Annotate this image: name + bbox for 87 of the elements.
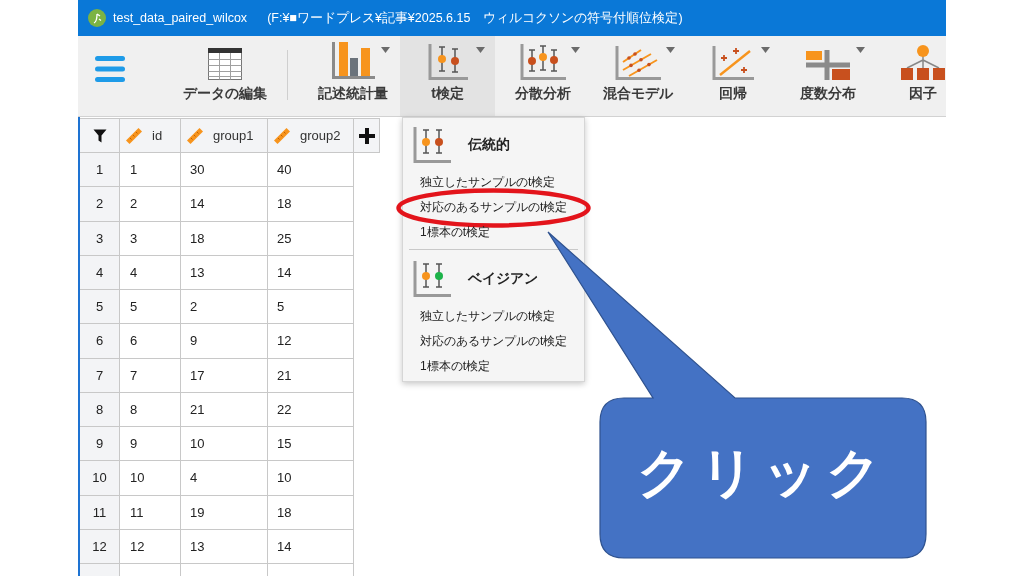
menu-icon[interactable] — [95, 56, 125, 82]
toolbar-button[interactable]: 因子 — [875, 36, 946, 116]
table-cell: 5 — [268, 290, 354, 325]
row-number: 3 — [80, 221, 120, 256]
row-number: 1 — [80, 153, 120, 188]
table-cell: 2 — [181, 290, 268, 325]
plus-icon — [358, 127, 375, 144]
column-header[interactable]: group1 — [213, 128, 254, 143]
table-cell: 4 — [120, 255, 181, 290]
table-cell: 3 — [120, 221, 181, 256]
row-number: 12 — [80, 529, 120, 564]
column-header[interactable]: group2 — [300, 128, 341, 143]
menu-section-title: 伝統的 — [468, 136, 510, 154]
toolbar-button[interactable]: 分散分析 — [495, 36, 590, 116]
toolbar-button[interactable]: t検定 — [400, 36, 495, 116]
callout-text: クリック — [637, 443, 889, 503]
filter-icon[interactable] — [92, 128, 107, 143]
table-cell: 15 — [268, 427, 354, 462]
table-cell: 10 — [181, 427, 268, 462]
add-column-button[interactable] — [354, 119, 380, 153]
row-number: 6 — [80, 324, 120, 359]
table-cell: 4 — [181, 461, 268, 496]
table-cell: 18 — [268, 187, 354, 222]
toolbar-button[interactable]: 混合モデル — [590, 36, 685, 116]
table-cell: 2 — [120, 187, 181, 222]
table-cell: 9 — [181, 324, 268, 359]
window-title: test_data_paired_wilcox — [113, 11, 248, 25]
toolbar-button[interactable]: 度数分布 — [780, 36, 875, 116]
table-cell: 11 — [120, 495, 181, 530]
spreadsheet-icon — [207, 48, 242, 80]
error-bar-chart-icon — [413, 261, 451, 297]
error-bar-chart-icon — [427, 44, 468, 80]
file-path: (F:¥■ワードプレス¥記事¥2025.6.15 ウィルコクソンの符号付順位検定) — [267, 9, 683, 27]
toolbar-button[interactable]: データの編集 — [177, 36, 272, 116]
table-cell: 10 — [120, 461, 181, 496]
table-cell: 14 — [181, 187, 268, 222]
table-cell: 1 — [120, 153, 181, 188]
table-cell: 25 — [268, 221, 354, 256]
table-cell: 18 — [181, 221, 268, 256]
table-cell: 30 — [181, 153, 268, 188]
table-cell: 12 — [268, 324, 354, 359]
menu-section-title: ベイジアン — [468, 270, 538, 288]
error-bar-chart-icon — [519, 44, 566, 80]
table-cell: 8 — [120, 392, 181, 427]
ruler-icon — [125, 126, 143, 145]
line-chart-icon — [614, 46, 661, 80]
hierarchy-icon — [899, 44, 946, 80]
toolbar-button[interactable]: 記述統計量 — [305, 36, 400, 116]
row-number: 4 — [80, 255, 120, 290]
crosstab-icon — [805, 50, 850, 80]
table-cell: 13 — [181, 255, 268, 290]
table-cell: 5 — [120, 290, 181, 325]
table-cell: 18 — [268, 495, 354, 530]
row-number: 7 — [80, 358, 120, 393]
menu-item[interactable]: 1標本のt検定 — [403, 220, 584, 245]
error-bar-chart-icon — [413, 127, 451, 163]
table-cell: 22 — [268, 392, 354, 427]
row-number: 11 — [80, 495, 120, 530]
ruler-icon — [273, 126, 291, 145]
table-cell: 6 — [120, 324, 181, 359]
table-cell: 19 — [181, 495, 268, 530]
row-number: 8 — [80, 392, 120, 427]
table-cell: 9 — [120, 427, 181, 462]
trend-line-icon — [711, 46, 754, 80]
table-cell: 14 — [268, 529, 354, 564]
row-number: 9 — [80, 427, 120, 462]
row-number: 10 — [80, 461, 120, 496]
menu-item[interactable]: 独立したサンプルのt検定 — [403, 304, 584, 329]
row-number: 2 — [80, 187, 120, 222]
app-logo-icon — [88, 9, 106, 27]
toolbar-button[interactable]: 回帰 — [685, 36, 780, 116]
row-number: 5 — [80, 290, 120, 325]
ruler-icon — [186, 126, 204, 145]
table-cell: 14 — [268, 255, 354, 290]
column-header[interactable]: id — [152, 128, 163, 143]
bar-chart-icon — [330, 42, 375, 80]
menu-item[interactable]: 独立したサンプルのt検定 — [403, 170, 584, 195]
menu-item[interactable]: 対応のあるサンプルのt検定 — [403, 329, 584, 354]
table-cell: 17 — [181, 358, 268, 393]
menu-item[interactable]: 1標本のt検定 — [403, 354, 584, 379]
table-cell: 12 — [120, 529, 181, 564]
table-cell: 21 — [268, 358, 354, 393]
table-cell: 40 — [268, 153, 354, 188]
table-cell: 7 — [120, 358, 181, 393]
table-cell: 13 — [181, 529, 268, 564]
table-cell: 21 — [181, 392, 268, 427]
table-cell: 10 — [268, 461, 354, 496]
